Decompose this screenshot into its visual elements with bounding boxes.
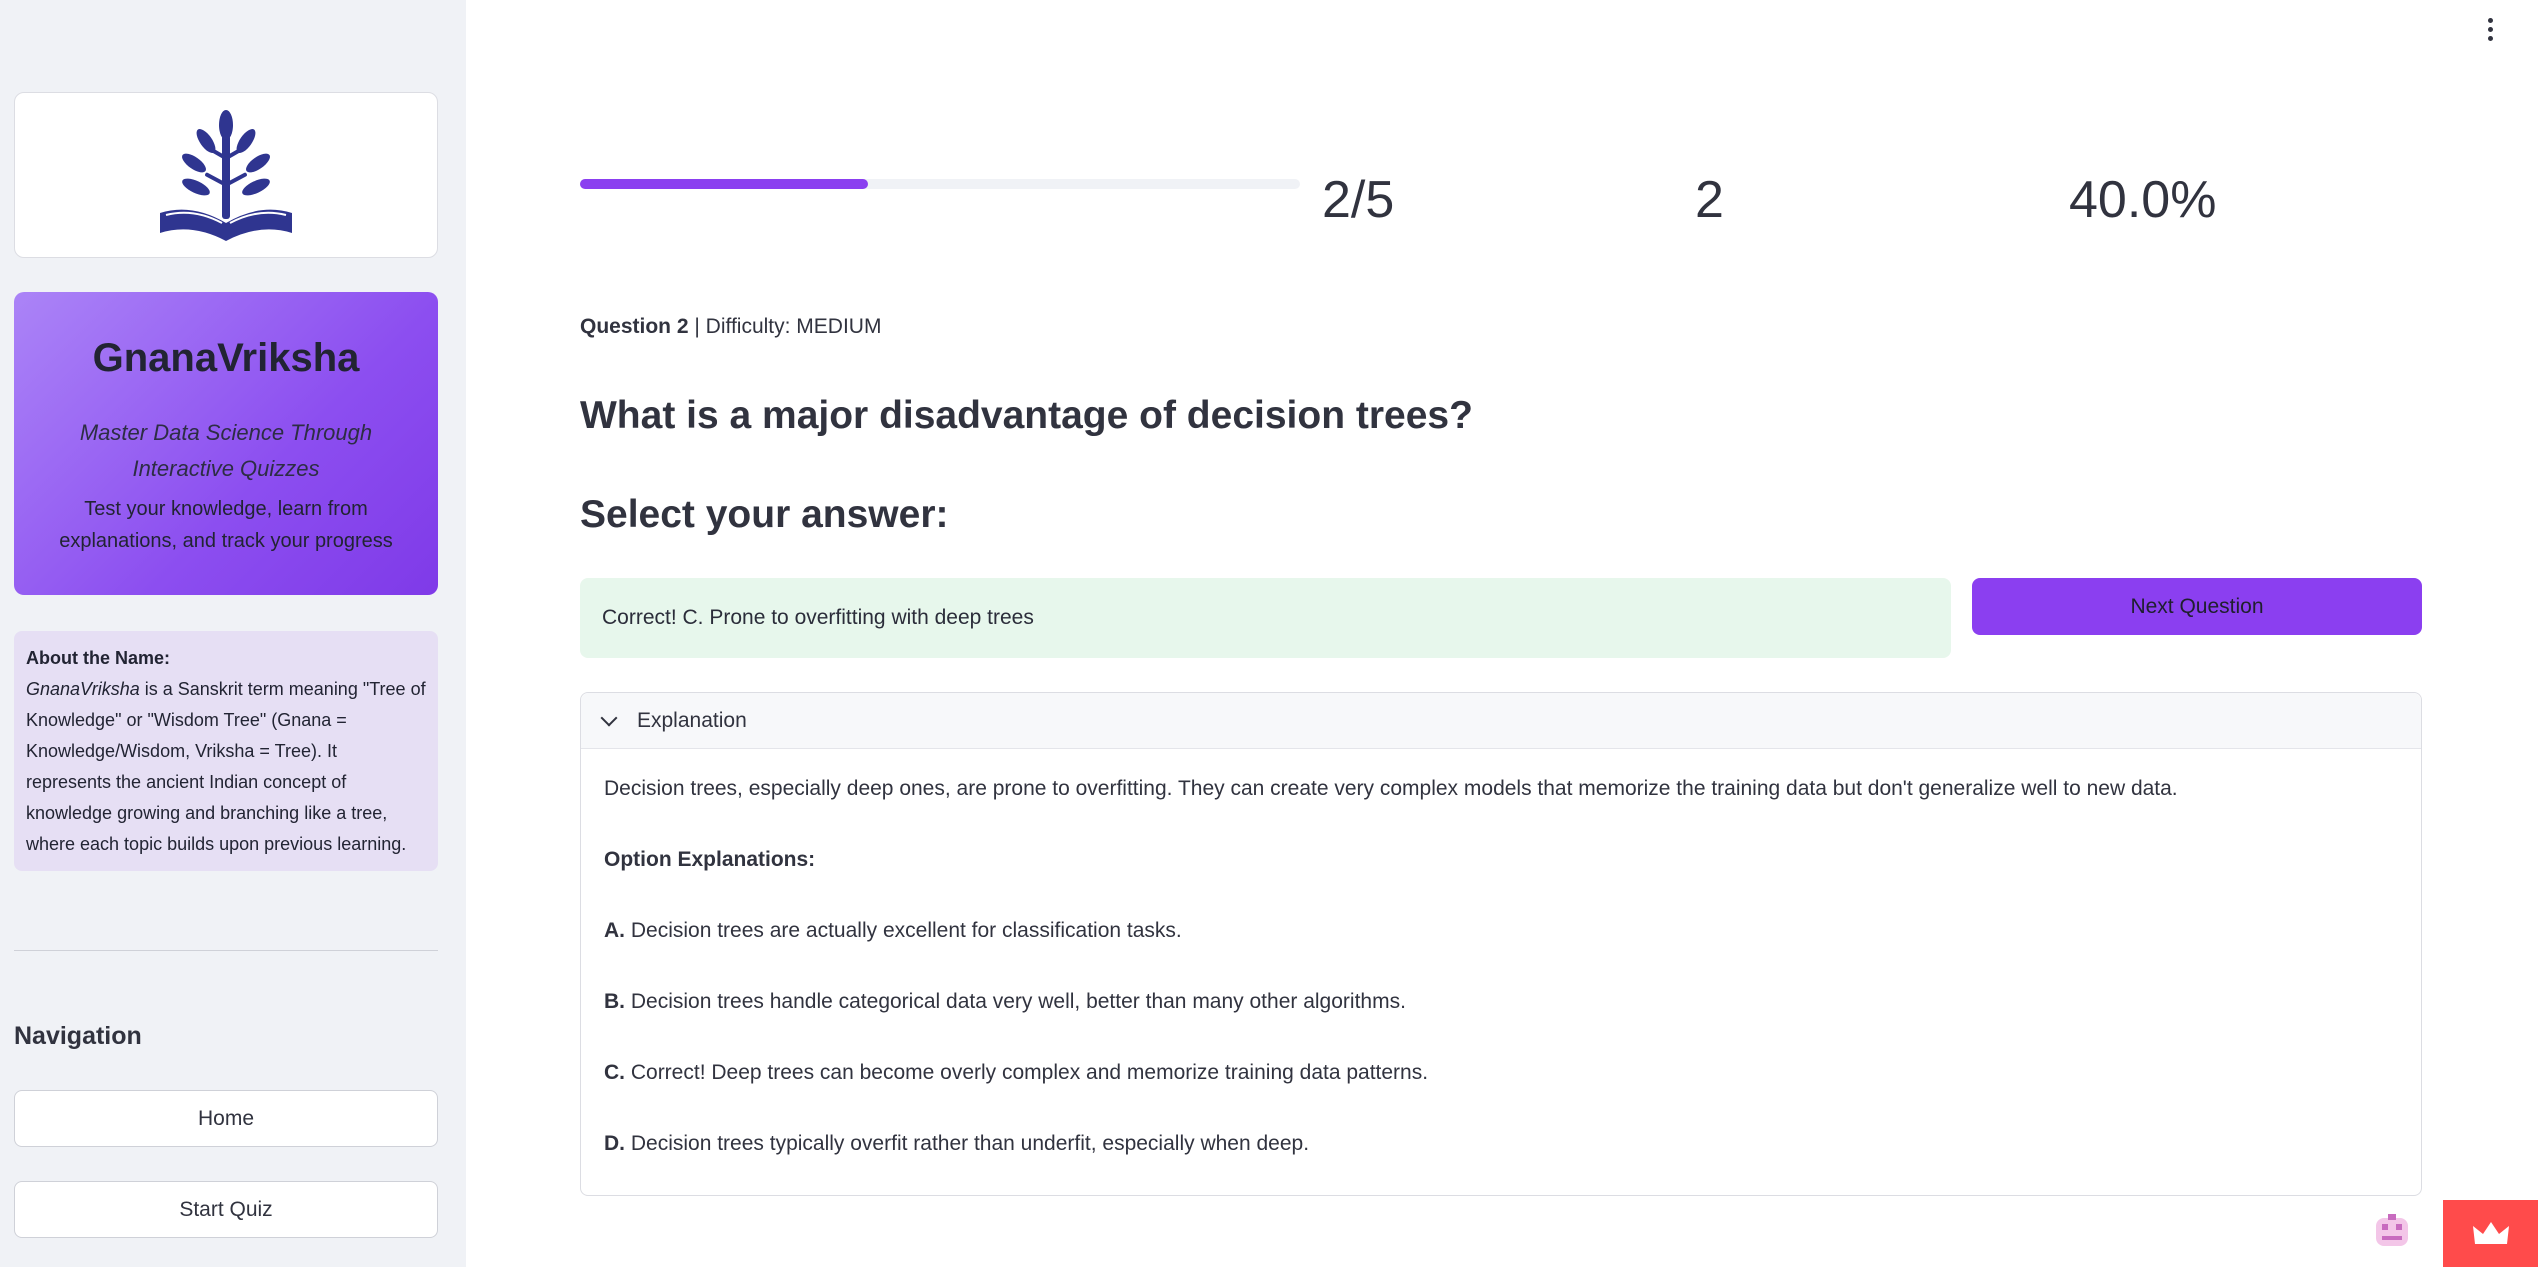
progress-bar <box>580 179 1300 189</box>
explanation-expander: Explanation Decision trees, especially d… <box>580 692 2422 1196</box>
question-number: Question 2 <box>580 315 689 338</box>
chevron-down-icon <box>600 709 618 726</box>
crown-icon[interactable] <box>2443 1200 2538 1267</box>
question-meta: Question 2 | Difficulty: MEDIUM <box>580 315 881 339</box>
nav-start-quiz-button[interactable]: Start Quiz <box>14 1181 438 1238</box>
percent-metric: 40.0% <box>2069 171 2217 229</box>
brand-tagline: Master Data Science Through Interactive … <box>79 420 373 481</box>
about-term: GnanaVriksha <box>26 679 140 699</box>
explanation-summary: Decision trees, especially deep ones, ar… <box>604 777 2178 800</box>
explanation-header[interactable]: Explanation <box>581 693 2421 749</box>
option-explanation: B. Decision trees handle categorical dat… <box>604 990 1406 1013</box>
about-name-box: About the Name: GnanaVriksha is a Sanskr… <box>14 631 438 871</box>
correct-feedback-box: Correct! C. Prone to overfitting with de… <box>580 578 1951 658</box>
logo-card <box>14 92 438 258</box>
option-explanation: A. Decision trees are actually excellent… <box>604 919 1182 942</box>
about-text: is a Sanskrit term meaning "Tree of Know… <box>26 679 426 854</box>
question-difficulty: Difficulty: MEDIUM <box>705 315 882 338</box>
brand-card: GnanaVriksha Master Data Science Through… <box>14 292 438 595</box>
score-metric: 2 <box>1695 171 1724 229</box>
tree-book-logo <box>160 110 292 241</box>
option-explanation: C. Correct! Deep trees can become overly… <box>604 1061 1429 1084</box>
option-explanations-heading: Option Explanations: <box>604 848 816 871</box>
about-heading: About the Name: <box>26 648 170 668</box>
avatar-icon[interactable] <box>2368 1208 2416 1256</box>
next-question-button[interactable]: Next Question <box>1972 578 2422 635</box>
brand-description: Test your knowledge, learn from explanat… <box>59 498 393 552</box>
sidebar-divider <box>14 950 438 951</box>
option-explanation: D. Decision trees typically overfit rath… <box>604 1132 1310 1155</box>
select-answer-heading: Select your answer: <box>580 493 949 536</box>
brand-title: GnanaVriksha <box>92 336 360 380</box>
meta-separator: | <box>688 315 706 338</box>
explanation-title: Explanation <box>637 708 747 732</box>
question-count-metric: 2/5 <box>1322 171 1395 229</box>
navigation-title: Navigation <box>14 1022 142 1050</box>
vertical-dots-icon[interactable] <box>2478 14 2502 44</box>
nav-home-button[interactable]: Home <box>14 1090 438 1147</box>
question-text: What is a major disadvantage of decision… <box>580 394 1473 437</box>
explanation-body: Decision trees, especially deep ones, ar… <box>581 749 2421 1183</box>
progress-fill <box>580 179 868 189</box>
sidebar: GnanaVriksha Master Data Science Through… <box>0 0 466 1267</box>
feedback-message: Correct! C. Prone to overfitting with de… <box>602 606 1034 629</box>
